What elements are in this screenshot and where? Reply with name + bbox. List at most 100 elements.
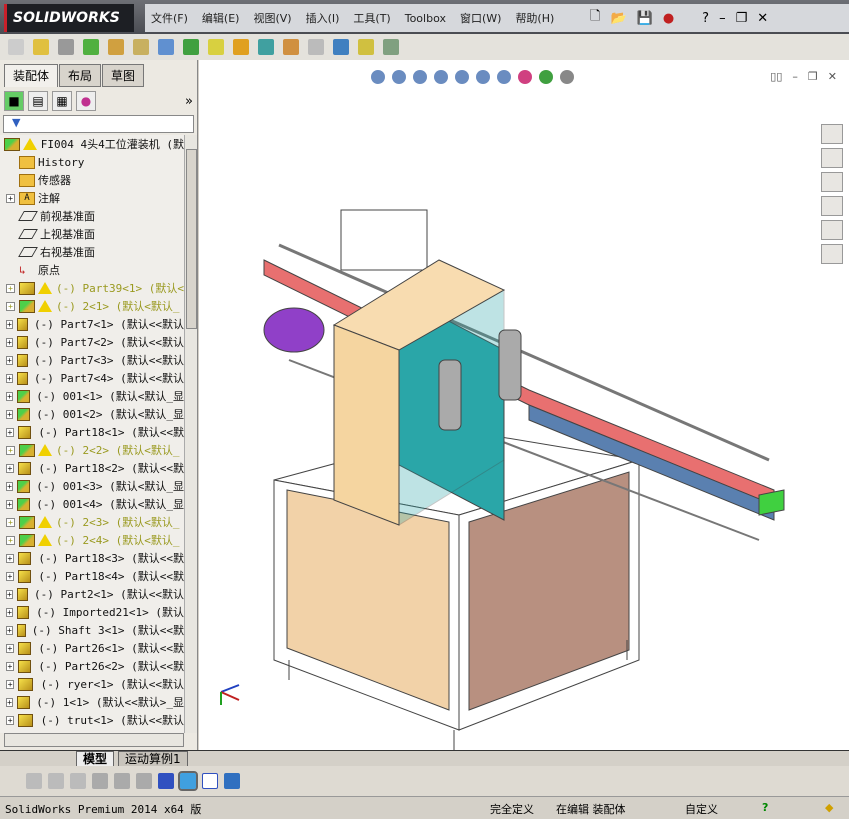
origin-axes-icon[interactable] (158, 773, 174, 789)
tree-item[interactable]: + (-) Part7<1> (默认<<默认 (0, 315, 184, 333)
menu-tools[interactable]: 工具(T) (353, 10, 390, 26)
tree-item[interactable]: + (-) 001<3> (默认<默认_显 (0, 477, 184, 495)
save-icon[interactable]: 💾 (637, 11, 653, 26)
tool-icon-5[interactable] (114, 773, 130, 789)
expand-icon[interactable]: + (6, 319, 13, 329)
tree-item[interactable]: + (-) Part2<1> (默认<<默认 (0, 585, 184, 603)
tree-item[interactable]: + (-) 1<1> (默认<<默认>_显 (0, 693, 184, 711)
custom-properties-icon[interactable] (821, 244, 843, 264)
units-selector[interactable]: 自定义 (685, 801, 718, 817)
filter-icon[interactable]: ▼ (3, 115, 194, 133)
tree-item[interactable]: + (-) 2<2> (默认<默认_ (0, 441, 184, 459)
menu-view[interactable]: 视图(V) (253, 10, 291, 26)
open-icon[interactable]: 📂 (610, 11, 626, 26)
interference-icon[interactable] (258, 39, 274, 55)
tree-item[interactable]: + (-) Part39<1> (默认< (0, 279, 184, 297)
tree-item[interactable]: + (-) Part18<2> (默认<<默 (0, 459, 184, 477)
expand-icon[interactable]: + (6, 391, 14, 401)
expand-icon[interactable]: + (6, 463, 14, 473)
expand-icon[interactable]: + (6, 355, 13, 365)
smart-fasteners-icon[interactable] (158, 39, 174, 55)
expand-icon[interactable]: + (6, 679, 15, 689)
tree-item[interactable]: + (-) trut<1> (默认<<默认 (0, 711, 184, 729)
new-part-icon[interactable] (33, 39, 49, 55)
drawing-icon[interactable] (224, 773, 240, 789)
expand-icon[interactable]: + (6, 409, 14, 419)
expand-icon[interactable]: + (6, 535, 15, 545)
tag-icon[interactable]: ◆ (825, 801, 833, 814)
tool-icon-2[interactable] (48, 773, 64, 789)
instant3d-icon[interactable] (383, 39, 399, 55)
tree-item[interactable]: + (-) 2<4> (默认<默认_ (0, 531, 184, 549)
expand-icon[interactable]: + (6, 445, 15, 455)
tree-item[interactable]: + (-) 2<1> (默认<默认_ (0, 297, 184, 315)
tab-motion-study[interactable]: 运动算例1 (118, 751, 188, 767)
tree-item[interactable]: + (-) 2<3> (默认<默认_ (0, 513, 184, 531)
insert-component-icon[interactable] (8, 39, 24, 55)
move-component-icon[interactable] (108, 39, 124, 55)
configuration-manager-icon[interactable]: ▦ (52, 91, 72, 111)
tree-item[interactable]: ↳ 原点 (0, 261, 184, 279)
expand-icon[interactable]: + (6, 661, 14, 671)
display-manager-icon[interactable]: ● (76, 91, 96, 111)
tree-item[interactable]: 右视基准面 (0, 243, 184, 261)
tree-item[interactable]: + (-) ryer<1> (默认<<默认 (0, 675, 184, 693)
clearance-icon[interactable] (283, 39, 299, 55)
tab-sketch[interactable]: 草图 (102, 64, 145, 87)
tree-item[interactable]: + (-) Part26<2> (默认<<默 (0, 657, 184, 675)
tool-icon-6[interactable] (136, 773, 152, 789)
tab-assembly[interactable]: 装配体 (4, 64, 59, 87)
table-icon[interactable] (202, 773, 218, 789)
tree-item[interactable]: + (-) Part18<4> (默认<<默 (0, 567, 184, 585)
tree-item[interactable]: + (-) 001<4> (默认<默认_显 (0, 495, 184, 513)
scroll-thumb[interactable] (186, 149, 197, 329)
expand-icon[interactable]: + (6, 481, 14, 491)
tree-item[interactable]: + (-) Imported21<1> (默认 (0, 603, 184, 621)
menu-file[interactable]: 文件(F) (151, 10, 188, 26)
tab-model[interactable]: 模型 (76, 751, 115, 767)
tool-icon-1[interactable] (26, 773, 42, 789)
file-explorer-icon[interactable] (821, 172, 843, 192)
measure-icon[interactable] (333, 39, 349, 55)
reference-geometry-icon[interactable] (208, 39, 224, 55)
rotate-component-icon[interactable] (133, 39, 149, 55)
restore-icon[interactable]: ❐ (736, 11, 748, 26)
expand-icon[interactable]: + (6, 427, 14, 437)
expand-icon[interactable]: + (6, 301, 15, 311)
expand-icon[interactable]: + (6, 607, 14, 617)
tree-item[interactable]: 传感器 (0, 171, 184, 189)
property-manager-icon[interactable]: ▤ (28, 91, 48, 111)
rebuild-icon[interactable]: ● (663, 11, 674, 26)
tree-item[interactable]: + (-) Part7<3> (默认<<默认 (0, 351, 184, 369)
tool-icon-4[interactable] (92, 773, 108, 789)
expand-icon[interactable]: + (6, 517, 15, 527)
tree-item[interactable]: + (-) Part18<1> (默认<<默 (0, 423, 184, 441)
shaded-view-icon[interactable] (178, 771, 198, 791)
expand-icon[interactable]: + (6, 589, 13, 599)
feature-manager-icon[interactable]: ■ (4, 91, 24, 111)
new-icon[interactable]: 🗋 (590, 7, 600, 29)
expand-chevron-icon[interactable]: » (185, 94, 193, 109)
solidworks-logo[interactable]: SOLIDWORKS (4, 4, 134, 32)
tree-item[interactable]: + A 注解 (0, 189, 184, 207)
hole-alignment-icon[interactable] (308, 39, 324, 55)
tree-item[interactable]: + (-) Shaft 3<1> (默认<<默 (0, 621, 184, 639)
expand-icon[interactable]: + (6, 625, 13, 635)
minimize-icon[interactable]: – (719, 11, 726, 26)
expand-icon[interactable]: + (6, 373, 13, 383)
pattern-icon[interactable] (83, 39, 99, 55)
tree-item[interactable]: + (-) Part18<3> (默认<<默 (0, 549, 184, 567)
expand-icon[interactable]: + (6, 193, 15, 203)
tree-item[interactable]: + (-) Part7<2> (默认<<默认 (0, 333, 184, 351)
expand-icon[interactable]: + (6, 337, 13, 347)
mate-icon[interactable] (58, 39, 74, 55)
help-status-icon[interactable]: ? (762, 801, 768, 814)
menu-help[interactable]: 帮助(H) (515, 10, 554, 26)
tree-item[interactable]: + (-) Part26<1> (默认<<默 (0, 639, 184, 657)
expand-icon[interactable]: + (6, 499, 14, 509)
view-palette-icon[interactable] (821, 196, 843, 216)
tree-item[interactable]: 上视基准面 (0, 225, 184, 243)
tree-horizontal-scrollbar[interactable] (4, 733, 184, 747)
menu-insert[interactable]: 插入(I) (306, 10, 340, 26)
tree-item[interactable]: + (-) 001<2> (默认<默认_显 (0, 405, 184, 423)
